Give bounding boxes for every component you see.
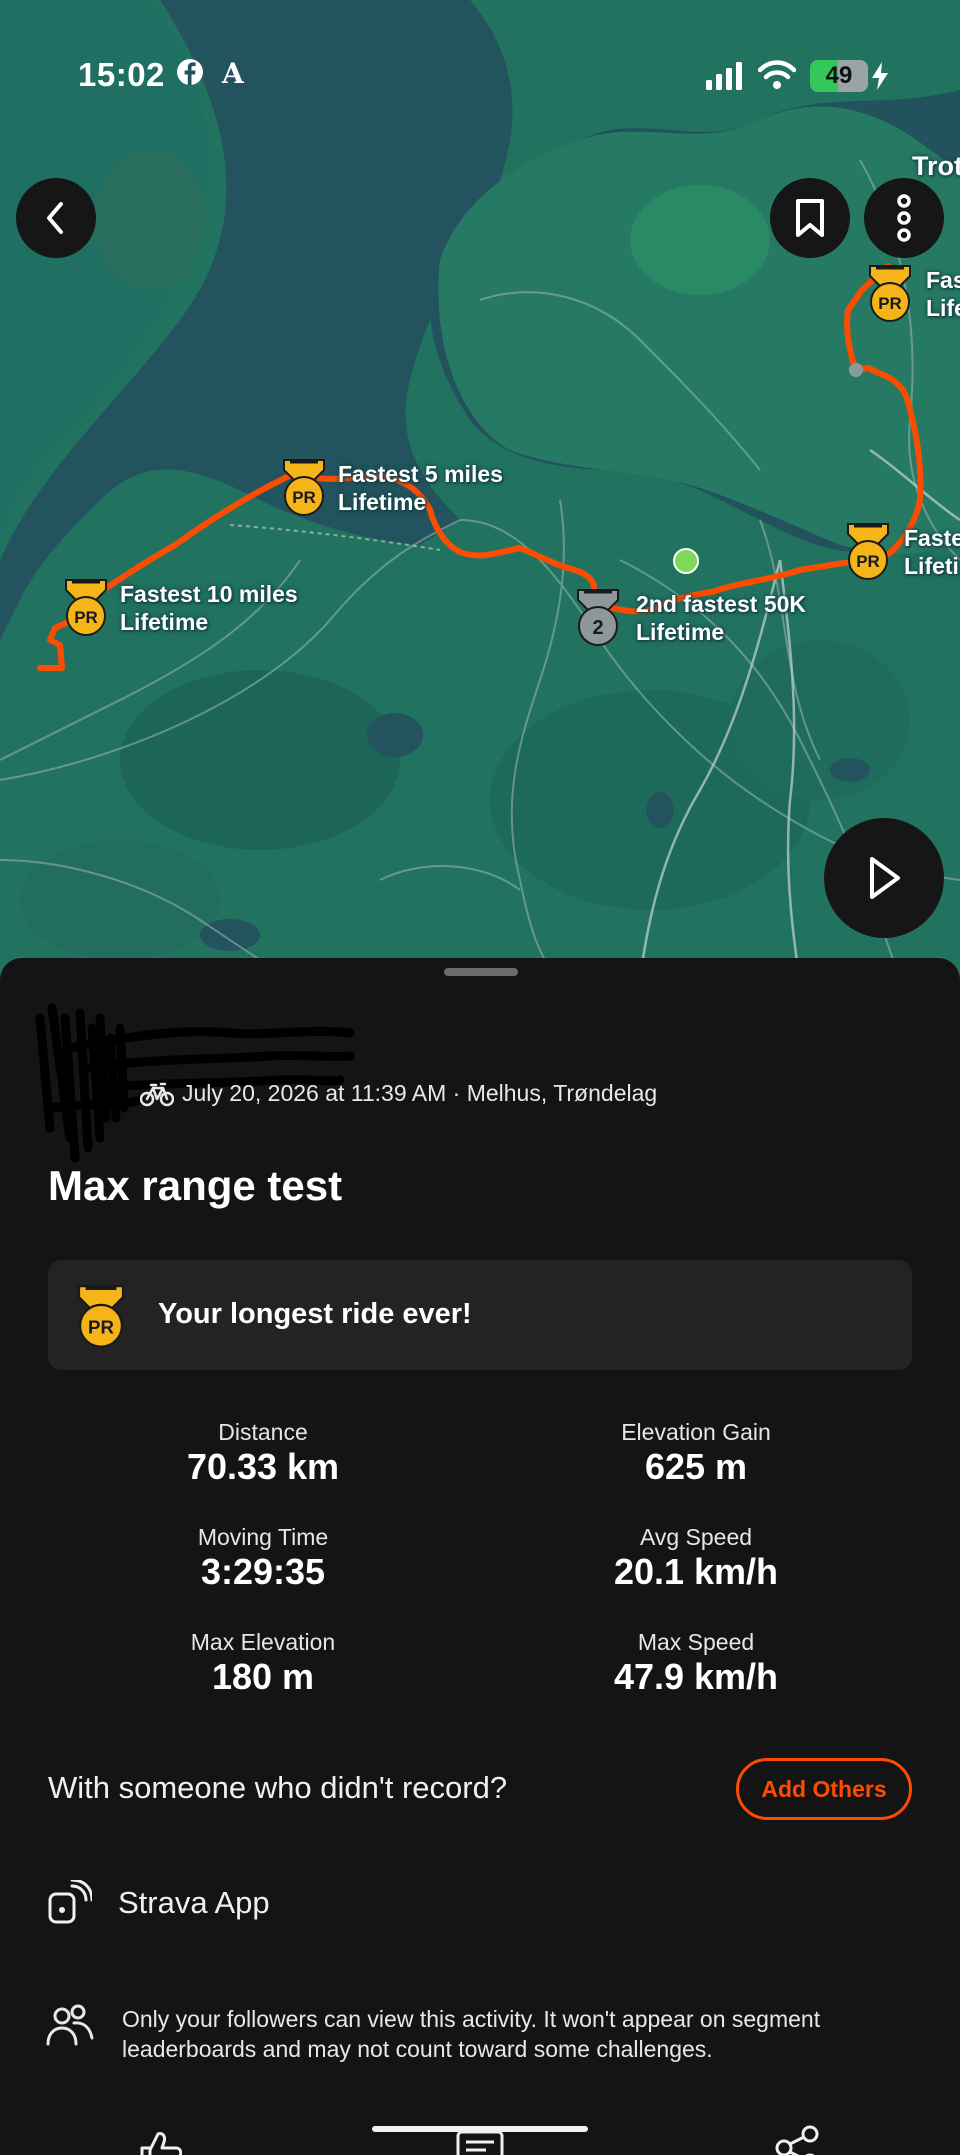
signal-icon <box>706 62 742 90</box>
aftenposten-icon: A <box>221 58 245 88</box>
medal-label-5-miles: Fastest 5 miles Lifetime <box>338 461 503 515</box>
bottom-action-bar <box>0 2116 960 2155</box>
stat-value: 20.1 km/h <box>613 1551 779 1592</box>
device-sync-icon <box>48 1880 92 1924</box>
kudos-thumb-icon[interactable] <box>136 2128 182 2155</box>
stat-label: Moving Time <box>197 1524 329 1550</box>
more-vertical-icon <box>897 194 911 242</box>
medal-label-north: FasLife <box>926 267 960 321</box>
status-time: 15:02 <box>78 56 165 93</box>
start-marker <box>673 548 699 574</box>
stat-value: 70.33 km <box>186 1446 340 1487</box>
place-label: Trot <box>912 151 960 181</box>
svg-text:PR: PR <box>292 488 316 507</box>
activity-meta: July 20, 2026 at 11:39 AM · Melhus, Trøn… <box>140 1080 657 1107</box>
route-map[interactable]: PR Fastest 10 miles Lifetime PR Fastest 5… <box>0 0 960 980</box>
status-bar: 15:02 A 49 <box>0 0 960 150</box>
battery-level: 49 <box>825 62 853 89</box>
wifi-icon <box>758 60 796 89</box>
stat-value: 180 m <box>211 1656 315 1697</box>
stat-label: Distance <box>218 1419 308 1445</box>
medal-label-10-miles: Fastest 10 miles Lifetime <box>120 581 298 635</box>
device-row: Strava App <box>46 1880 270 1926</box>
svg-text:PR: PR <box>74 608 98 627</box>
achievement-card[interactable]: PR Your longest ride ever! <box>48 1260 912 1370</box>
medal-label-east: Faste Lifeti <box>904 525 960 579</box>
facebook-icon <box>177 59 203 85</box>
pr-medal-icon[interactable]: PR <box>840 522 896 587</box>
svg-text:2: 2 <box>592 617 603 639</box>
flyover-play-button[interactable] <box>824 818 944 938</box>
add-others-button[interactable]: Add Others <box>736 1758 912 1820</box>
sheet-drag-handle[interactable] <box>444 968 518 976</box>
stat-value: 625 m <box>644 1446 748 1487</box>
more-options-button[interactable] <box>864 178 944 258</box>
followers-icon <box>46 2004 94 2046</box>
second-place-medal-icon[interactable]: 2 <box>570 588 626 653</box>
achievement-text: Your longest ride ever! <box>158 1298 472 1330</box>
stat-max-speed: Max Speed 47.9 km/h <box>526 1628 866 1698</box>
chevron-left-icon <box>47 202 63 234</box>
battery-icon: 49 <box>810 60 868 92</box>
pr-medal-icon: PR <box>77 1285 125 1348</box>
pr-medal-icon[interactable]: PR <box>276 458 332 523</box>
back-button[interactable] <box>16 178 96 258</box>
stat-avg-speed: Avg Speed 20.1 km/h <box>526 1523 866 1593</box>
charging-icon <box>872 62 888 90</box>
stat-distance: Distance 70.33 km <box>93 1418 433 1488</box>
play-icon <box>870 857 900 899</box>
svg-text:A: A <box>221 58 245 88</box>
stat-label: Max Speed <box>637 1629 755 1655</box>
medal-label-50k: 2nd fastest 50K Lifetime <box>636 591 807 645</box>
activity-date-location: July 20, 2026 at 11:39 AM · Melhus, Trøn… <box>182 1080 658 1106</box>
privacy-row: Only your followers can view this activi… <box>46 2004 912 2064</box>
stat-label: Max Elevation <box>190 1629 336 1655</box>
svg-text:PR: PR <box>878 294 902 313</box>
bike-icon <box>140 1082 174 1106</box>
stat-elevation-gain: Elevation Gain 625 m <box>526 1418 866 1488</box>
pr-medal-icon[interactable]: PR <box>862 264 918 329</box>
add-others-prompt: With someone who didn't record? <box>48 1770 508 1805</box>
pr-medal-icon[interactable]: PR <box>58 578 114 643</box>
activity-title: Max range test <box>48 1162 343 1209</box>
stat-value: 47.9 km/h <box>613 1656 779 1697</box>
device-name: Strava App <box>118 1885 270 1920</box>
bookmark-icon <box>796 199 824 237</box>
stat-label: Avg Speed <box>639 1524 753 1550</box>
svg-text:PR: PR <box>856 552 880 571</box>
stat-value: 3:29:35 <box>200 1551 326 1592</box>
stat-max-elevation: Max Elevation 180 m <box>93 1628 433 1698</box>
stat-label: Elevation Gain <box>621 1419 771 1445</box>
stat-moving-time: Moving Time 3:29:35 <box>93 1523 433 1593</box>
home-indicator[interactable] <box>372 2126 588 2132</box>
svg-text:PR: PR <box>88 1317 114 1338</box>
privacy-note: Only your followers can view this activi… <box>122 2006 821 2062</box>
activity-sheet: July 20, 2026 at 11:39 AM · Melhus, Trøn… <box>0 958 960 2155</box>
share-icon[interactable] <box>774 2124 822 2155</box>
bookmark-button[interactable] <box>770 178 850 258</box>
comment-icon[interactable] <box>456 2130 504 2155</box>
